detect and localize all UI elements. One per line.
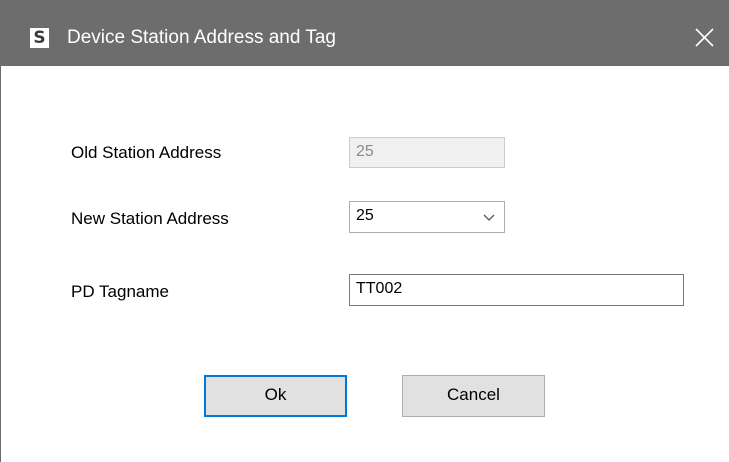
pd-tagname-input[interactable]: TT002 xyxy=(349,274,684,306)
dialog-window: S Device Station Address and Tag Old Sta… xyxy=(0,0,729,462)
chevron-down-icon xyxy=(483,214,495,221)
window-title: Device Station Address and Tag xyxy=(67,27,336,48)
close-button[interactable] xyxy=(687,20,723,56)
new-station-address-label: New Station Address xyxy=(71,209,229,228)
ok-button[interactable]: Ok xyxy=(204,375,347,417)
app-s-icon: S xyxy=(30,28,49,48)
title-bar[interactable]: S Device Station Address and Tag xyxy=(1,0,729,66)
old-station-address-label: Old Station Address xyxy=(71,143,222,162)
app-icon-letter: S xyxy=(33,28,46,48)
new-station-address-value: 25 xyxy=(356,207,374,224)
pd-tagname-label: PD Tagname xyxy=(71,282,169,301)
old-station-address-field: 25 xyxy=(349,137,505,168)
close-icon xyxy=(695,28,714,47)
new-station-address-select[interactable]: 25 xyxy=(349,201,505,233)
cancel-button[interactable]: Cancel xyxy=(402,375,545,417)
